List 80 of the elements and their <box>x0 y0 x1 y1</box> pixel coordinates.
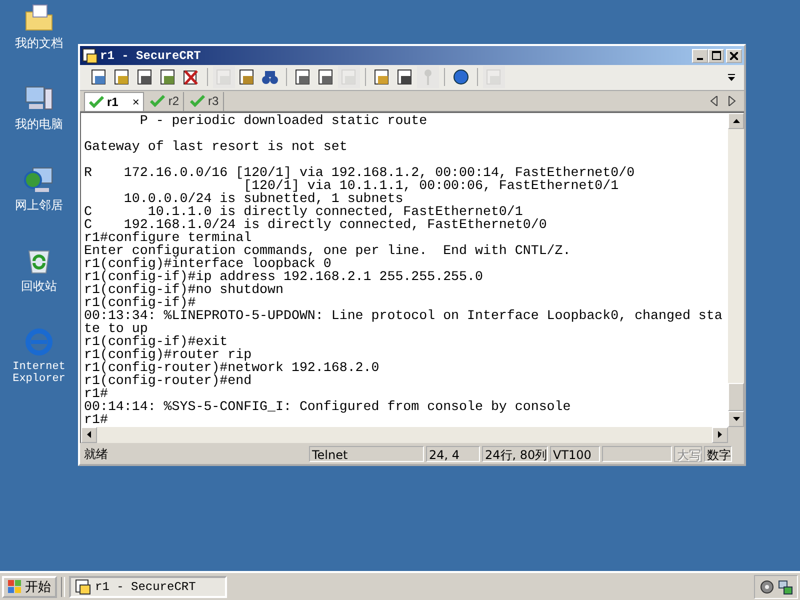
down-arrow-icon[interactable] <box>732 416 740 421</box>
document-icon <box>238 68 256 86</box>
document-icon <box>340 68 358 86</box>
up-arrow-icon[interactable] <box>732 118 740 123</box>
terminal-line: [120/1] via 10.1.1.1, 00:00:06, FastEthernet0/1 <box>244 178 620 192</box>
left-arrow-icon[interactable] <box>710 96 718 106</box>
right-arrow-icon[interactable] <box>718 431 722 438</box>
window-icon <box>82 48 98 64</box>
taskbar-button[interactable]: r1 - SecureCRT <box>69 576 227 598</box>
terminal-line: r1(config-if)# <box>84 296 196 309</box>
right-arrow-icon[interactable] <box>728 96 736 106</box>
network-icon[interactable] <box>777 578 793 594</box>
terminal-line: r1(config)#router rip <box>84 348 252 361</box>
terminal-line: 10.0.0.0/24 is subnetted, 1 subnets <box>122 192 404 205</box>
checkmark-icon <box>150 95 166 108</box>
close-tab-icon[interactable]: × <box>132 94 140 109</box>
document-icon <box>317 68 335 86</box>
desktop-icon-label: 我的电脑 <box>14 118 64 130</box>
terminal-line: 00:14:14: %SYS-5-CONFIG_I: Configured from console by console <box>84 400 572 413</box>
start-button[interactable]: 开始 <box>2 576 57 598</box>
terminal-line: r1# <box>84 386 108 400</box>
close-icon <box>730 52 738 60</box>
cross-icon <box>182 68 200 86</box>
document-icon <box>136 68 154 86</box>
document-icon <box>373 68 391 86</box>
left-arrow-icon[interactable] <box>87 431 91 438</box>
terminal-line: P - periodic downloaded static route <box>138 114 428 127</box>
document-icon <box>485 68 503 86</box>
session-tab[interactable]: r1 × <box>84 92 144 111</box>
horizontal-scrollbar[interactable] <box>80 426 728 443</box>
terminal-line: r1(config-router)#end <box>84 374 252 387</box>
terminal-line: Enter configuration commands, one per line. End with CNTL/Z. <box>84 244 572 257</box>
desktop-icon-label: Internet Explorer <box>12 361 66 385</box>
help-icon <box>452 68 470 86</box>
terminal-line: r1(config)#interface loopback 0 <box>84 256 332 270</box>
desktop-icon-label: 我的文档 <box>14 37 64 49</box>
status-field: 就绪 <box>82 446 307 462</box>
checkmark-icon <box>190 95 206 108</box>
terminal-line: r1(config-if)#no shutdown <box>84 282 284 296</box>
terminal-line: r1# <box>84 412 109 426</box>
minimize-button[interactable] <box>692 48 708 63</box>
terminal-line: r1(config-router)#network 192.168.2.0 <box>84 360 380 374</box>
windows-logo-icon <box>8 580 22 594</box>
document-icon <box>294 68 312 86</box>
status-field: 24行, 80列 <box>482 446 548 462</box>
terminal-line: r1(config-if)#exit <box>84 334 229 348</box>
terminal-line: C 10.1.1.0 is directly connected, FastEthernet0/1 <box>84 204 523 218</box>
terminal-line: r1#configure terminal <box>84 230 252 244</box>
status-field: 大写 <box>674 446 702 462</box>
terminal-line: Gateway of last resort is not set <box>84 140 348 153</box>
window-icon <box>75 578 91 594</box>
status-field: VT100 <box>550 446 600 462</box>
terminal-line: r1(config-if)#ip address 192.168.2.1 255.255.255.0 <box>84 270 484 283</box>
binoculars-icon <box>261 68 279 86</box>
minimize-icon <box>697 58 703 60</box>
close-button[interactable] <box>726 48 742 63</box>
session-tab[interactable]: r3 <box>186 92 224 111</box>
terminal-line: te to up <box>84 322 148 335</box>
terminal-line: R 172.16.0.0/16 [120/1] via 192.168.1.2, 00:00:14, FastEthernet0/0 <box>84 166 636 179</box>
document-icon <box>113 68 131 86</box>
window-title: r1 - SecureCRT <box>100 48 202 63</box>
checkmark-icon <box>89 96 105 108</box>
status-field: 数字 <box>704 446 732 462</box>
session-tab[interactable]: r2 <box>146 92 184 111</box>
toolbar-overflow-icon[interactable] <box>727 71 736 84</box>
maximize-button[interactable] <box>708 48 724 63</box>
status-field: 24, 4 <box>426 446 480 462</box>
scroll-thumb[interactable] <box>728 382 744 411</box>
document-icon <box>396 68 414 86</box>
maximize-icon <box>712 51 720 60</box>
vertical-scrollbar[interactable] <box>728 112 744 427</box>
status-field: Telnet <box>309 446 424 462</box>
terminal-line: 00:13:34: %LINEPROTO-5-UPDOWN: Line protocol on Interface Loopback0, changed sta <box>84 308 724 322</box>
speaker-icon[interactable] <box>759 578 775 594</box>
terminal-line: C 192.168.1.0/24 is directly connected, FastEthernet0/0 <box>84 218 548 231</box>
document-icon <box>159 68 177 86</box>
desktop-icon-label: 回收站 <box>20 280 58 292</box>
document-icon <box>215 68 233 86</box>
document-icon <box>90 68 108 86</box>
desktop-icon-label: 网上邻居 <box>14 199 64 211</box>
